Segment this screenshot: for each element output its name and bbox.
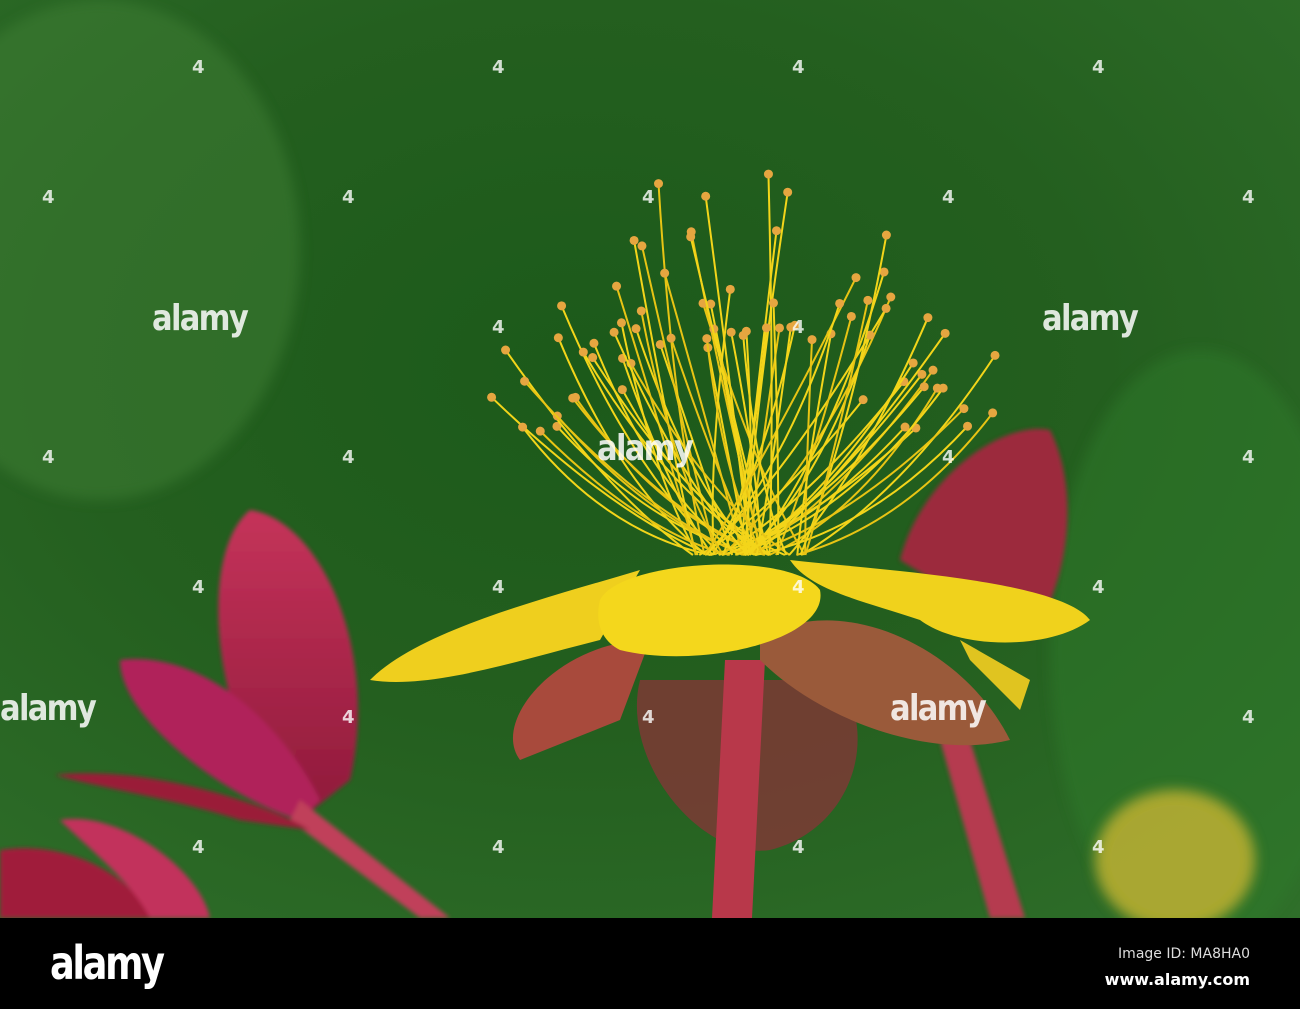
watermark-digit: 4 [792, 837, 805, 858]
stamen-anther [702, 334, 712, 344]
stamen-anther [570, 392, 580, 402]
watermark: alamy [0, 688, 97, 729]
stamen-anther [578, 347, 588, 357]
stamen-anther [636, 306, 646, 316]
watermark: alamy [152, 298, 249, 339]
stamen-anther [940, 328, 950, 338]
stamen-anther [858, 395, 868, 405]
stamen-anther [988, 408, 998, 418]
stamen-anther [851, 273, 861, 283]
website-link: www.alamy.com [1104, 970, 1250, 989]
stamen-anther [886, 292, 896, 302]
stamen-anther [726, 327, 736, 337]
alamy-logo: alamy [50, 936, 165, 990]
stamen-anther [959, 404, 969, 414]
stamen-anther [881, 230, 891, 240]
stamen-anther [881, 303, 891, 313]
stamen-anther [501, 345, 511, 355]
watermark-digit: 4 [1242, 447, 1255, 468]
watermark-digit: 4 [642, 707, 655, 728]
stamen-anther [725, 284, 735, 294]
stamen-anther [589, 338, 599, 348]
stamen-anther [666, 333, 676, 343]
stamen-anther [963, 421, 973, 431]
stamen-anther [637, 241, 647, 251]
stamen-anther [990, 350, 1000, 360]
watermark-digit: 4 [342, 707, 355, 728]
image-id: Image ID: MA8HA0 [1118, 946, 1250, 962]
stamen-anther [557, 301, 567, 311]
stamen-anther [919, 382, 929, 392]
watermark: alamy [890, 688, 987, 729]
watermark-digit: 4 [192, 57, 205, 78]
stamen-anther [928, 365, 938, 375]
watermark-digit: 4 [792, 577, 805, 598]
stamen-anther [487, 392, 497, 402]
stamen-anther [520, 376, 530, 386]
watermark: alamy [1042, 298, 1139, 339]
stamen-anther [863, 295, 873, 305]
stamen-anther [631, 324, 641, 334]
stamen-anther [686, 232, 696, 242]
watermark-digit: 4 [42, 447, 55, 468]
footer-bar: alamy Image ID: MA8HA0 www.alamy.com [0, 918, 1300, 1009]
watermark-digit: 4 [492, 577, 505, 598]
stamen-anther [553, 333, 563, 343]
stamen-anther [846, 311, 856, 321]
watermark-digit: 4 [1242, 707, 1255, 728]
stamen-anther [617, 385, 627, 395]
stamen-anther [616, 318, 626, 328]
watermark-digit: 4 [942, 447, 955, 468]
stamen-anther [761, 323, 771, 333]
watermark-digit: 4 [1092, 837, 1105, 858]
watermark-digit: 4 [342, 187, 355, 208]
watermark-digit: 4 [792, 57, 805, 78]
stamen-anther [763, 169, 773, 179]
watermark-digit: 4 [192, 577, 205, 598]
stamen-anther [775, 323, 785, 333]
stamen-anther [654, 179, 664, 189]
watermark: alamy [597, 428, 694, 469]
watermark-digit: 4 [792, 317, 805, 338]
watermark-digit: 4 [1092, 577, 1105, 598]
stamen-anther [609, 327, 619, 337]
watermark-digit: 4 [492, 317, 505, 338]
stock-photo: alamy alamy alamy alamy alamy alamy Imag… [0, 0, 1300, 1009]
watermark-digit: 4 [1242, 187, 1255, 208]
stamen-anther [923, 313, 933, 323]
watermark-digit: 4 [642, 187, 655, 208]
stamen-anther [771, 226, 781, 236]
stamen-anther [917, 369, 927, 379]
stamen-anther [701, 191, 711, 201]
stamen-anther [660, 268, 670, 278]
stamen-anther [518, 422, 528, 432]
stamen-anther [807, 335, 817, 345]
watermark-digit: 4 [492, 837, 505, 858]
watermark-digit: 4 [42, 187, 55, 208]
watermark-digit: 4 [342, 447, 355, 468]
stamen-anther [535, 426, 545, 436]
stamen-anther [783, 187, 793, 197]
stamen-anther [629, 235, 639, 245]
stamen-anther [738, 330, 748, 340]
watermark-digit: 4 [192, 837, 205, 858]
watermark-digit: 4 [942, 187, 955, 208]
watermark-digit: 4 [492, 57, 505, 78]
watermark-digit: 4 [1092, 57, 1105, 78]
stamen-anther [938, 383, 948, 393]
stamen-anther [835, 298, 845, 308]
stamen-anther [612, 281, 622, 291]
stamen-anther [768, 298, 778, 308]
